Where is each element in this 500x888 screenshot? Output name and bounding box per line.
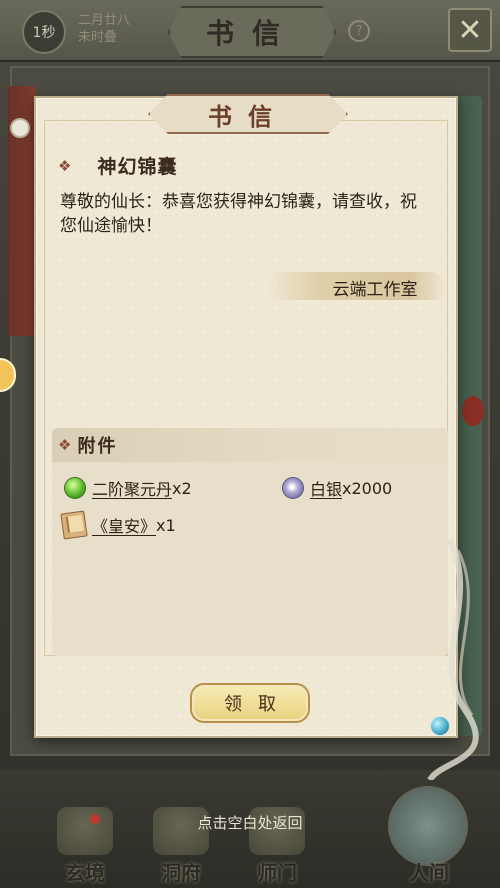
attachments-title: 附件 [77, 436, 118, 457]
attachment-name[interactable]: 《皇安》 [92, 513, 156, 537]
page-title: 书信 [168, 6, 336, 58]
attachment-qty: x1 [156, 515, 176, 535]
help-icon[interactable]: ? [348, 20, 370, 42]
silver-coin-icon [282, 477, 304, 499]
attachments-header: ❖ 附件 [52, 428, 448, 462]
attachment-item-pill[interactable]: 二阶聚元丹 x2 [64, 476, 192, 500]
date-line-1: 二月廿八 [78, 13, 131, 28]
letter-subject-row: ❖ 神幻锦囊 [58, 152, 177, 179]
attachment-qty: x2000 [342, 478, 393, 498]
letter-header: 书信 [148, 94, 348, 134]
date-display: 二月廿八 未时叠 [78, 12, 130, 46]
letter-subject: 神幻锦囊 [97, 156, 178, 178]
ribbon-knot-decoration [10, 118, 30, 138]
diamond-bullet-icon: ❖ [58, 156, 72, 175]
top-bar: 1秒 二月廿八 未时叠 书信 ? ✕ [0, 0, 500, 62]
book-icon [60, 510, 88, 540]
attachment-item-book[interactable]: 《皇安》 x1 [60, 510, 176, 540]
nav-label: 玄境 [65, 861, 105, 885]
diamond-bullet-icon: ❖ [58, 436, 72, 454]
close-button[interactable]: ✕ [448, 8, 492, 52]
green-pill-icon [64, 477, 86, 499]
scroll-knob-decoration [462, 396, 484, 426]
nav-label: 人间 [409, 861, 449, 885]
date-line-2: 未时叠 [78, 30, 118, 45]
claim-button[interactable]: 领取 [190, 683, 310, 723]
nav-label: 师门 [257, 861, 297, 885]
attachments-panel: ❖ 附件 [52, 428, 448, 656]
letter-body: 尊敬的仙长：恭喜您获得神幻锦囊，请查收，祝您仙途愉快！ [60, 192, 417, 236]
attachment-name[interactable]: 白银 [310, 476, 342, 500]
tap-to-return-hint[interactable]: 点击空白处返回 [0, 812, 500, 833]
attachment-item-silver[interactable]: 白银 x2000 [282, 476, 392, 500]
attachment-qty: x2 [172, 478, 192, 498]
letter-signature: 云端工作室 [332, 280, 418, 300]
timer-badge: 1秒 [22, 10, 66, 54]
gem-ornament-icon [430, 716, 450, 736]
nav-label: 洞府 [161, 861, 201, 885]
attachment-name[interactable]: 二阶聚元丹 [92, 476, 172, 500]
